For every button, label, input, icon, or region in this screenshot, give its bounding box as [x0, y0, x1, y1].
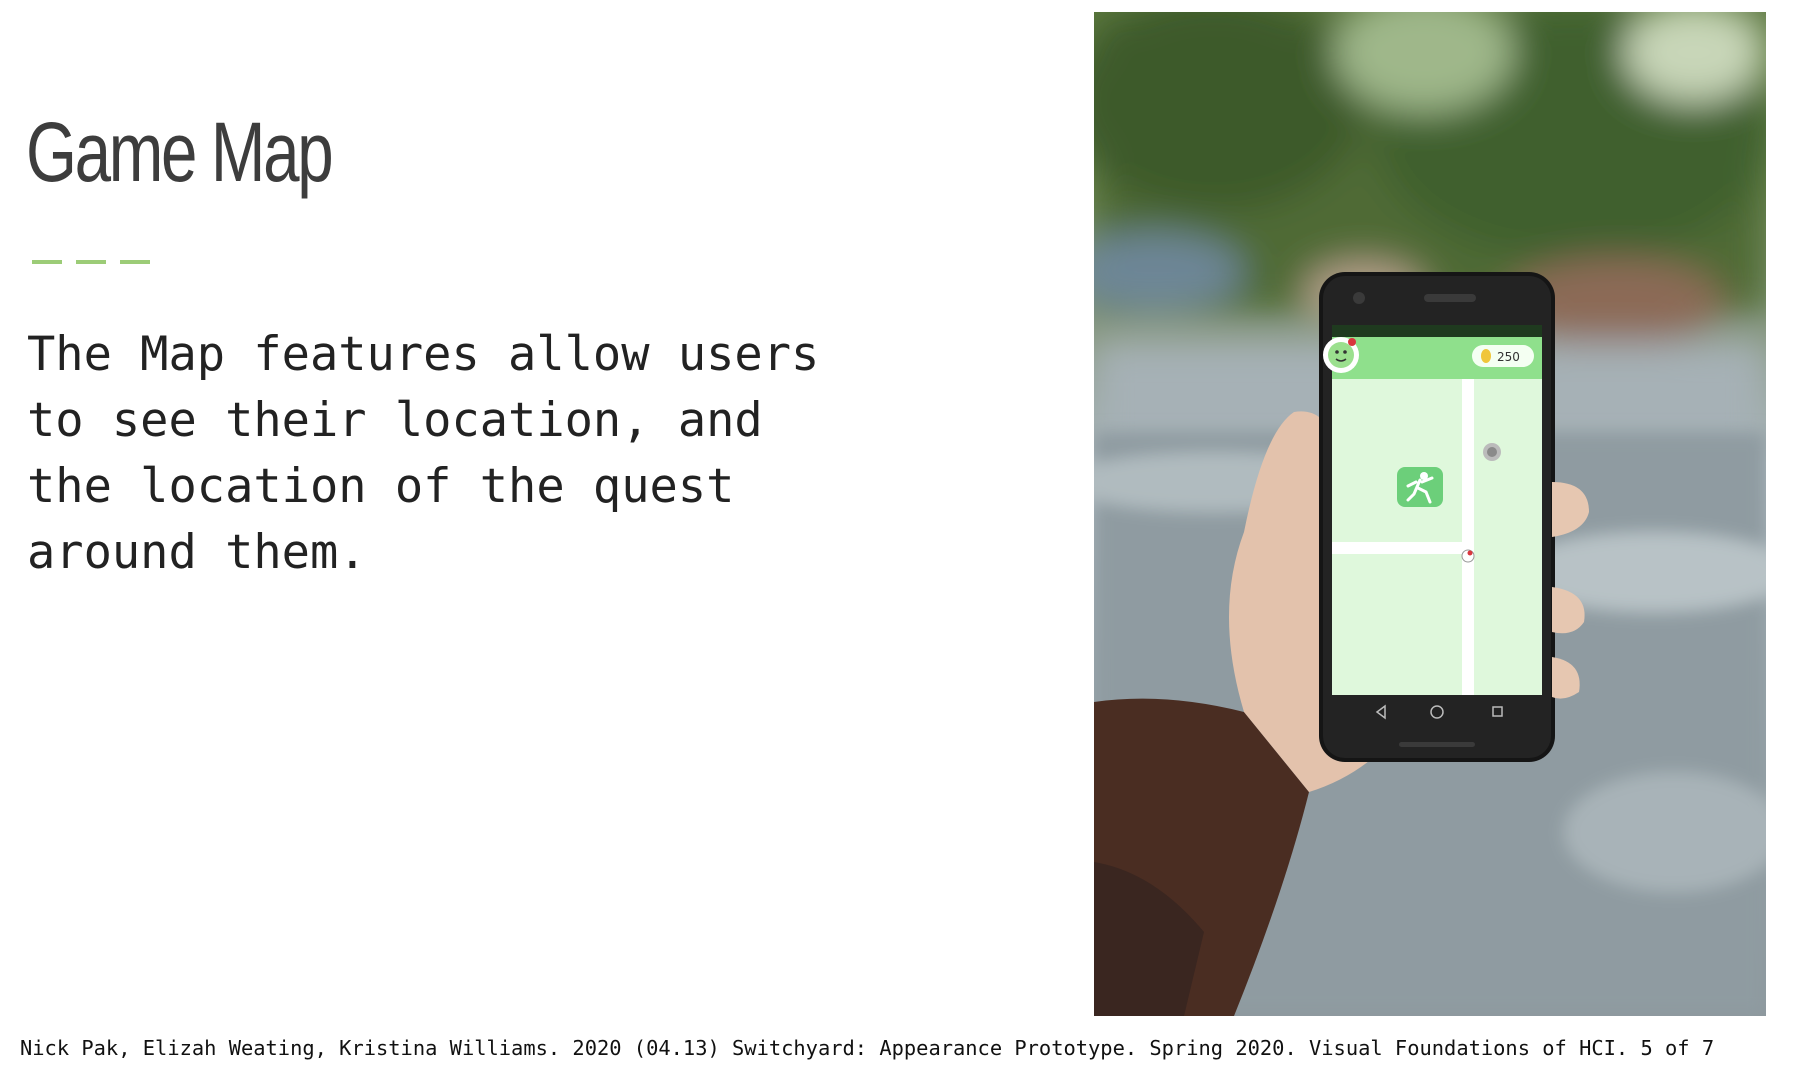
- phone-in-hand-photo: 250: [1094, 12, 1766, 1016]
- slide-body-text: The Map features allow users to see thei…: [27, 327, 820, 580]
- accent-divider: [32, 260, 150, 264]
- quest-marker-icon[interactable]: [1461, 549, 1475, 563]
- coin-icon: [1481, 349, 1491, 363]
- quest-marker-icon[interactable]: [1483, 443, 1501, 461]
- slide-title: Game Map: [26, 105, 334, 199]
- slide-citation-footer: Nick Pak, Elizah Weating, Kristina Willi…: [20, 1036, 1715, 1060]
- runner-icon[interactable]: [1397, 467, 1443, 507]
- avatar-icon[interactable]: [1323, 337, 1359, 373]
- coin-count: 250: [1497, 350, 1520, 364]
